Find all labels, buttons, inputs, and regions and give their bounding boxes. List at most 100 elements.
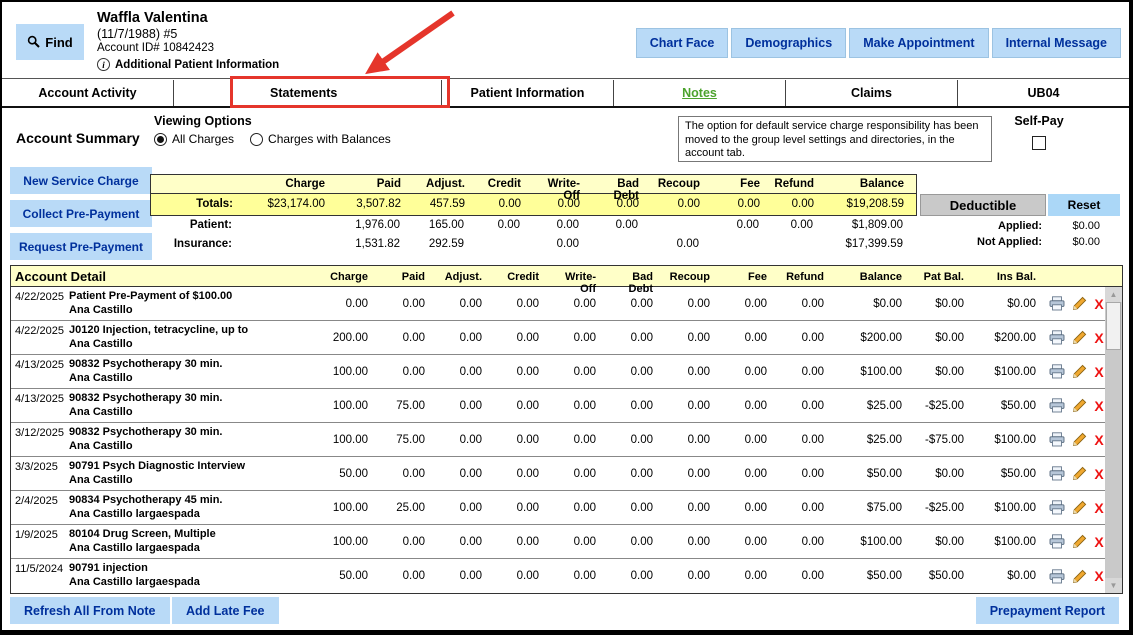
row-write-off: 0.00 (551, 457, 608, 490)
delete-icon[interactable]: X (1094, 569, 1103, 583)
summary-row-value: 0.00 (773, 216, 827, 235)
row-pat-balance: -$25.00 (914, 389, 976, 422)
row-balance: $50.00 (836, 559, 914, 593)
row-charge: 100.00 (323, 389, 380, 422)
footer-bar: Refresh All From Note Add Late Fee Prepa… (2, 593, 1129, 628)
edit-pencil-icon[interactable] (1072, 296, 1087, 311)
row-date: 3/12/2025 (11, 423, 69, 456)
row-date: 4/13/2025 (11, 389, 69, 422)
row-actions: X (1048, 491, 1105, 524)
print-icon[interactable] (1049, 500, 1065, 515)
tab-notes-label: Notes (682, 86, 717, 100)
scroll-up-icon[interactable]: ▲ (1105, 287, 1122, 302)
deductible-reset-button[interactable]: Reset (1048, 194, 1120, 216)
edit-pencil-icon[interactable] (1072, 364, 1087, 379)
delete-icon[interactable]: X (1094, 501, 1103, 515)
row-description: 90832 Psychotherapy 30 min. Ana Castillo (69, 355, 323, 388)
tab-ub04[interactable]: UB04 (957, 80, 1129, 106)
row-recoup: 0.00 (665, 559, 722, 593)
scrollbar-track[interactable] (1105, 302, 1122, 578)
edit-pencil-icon[interactable] (1072, 569, 1087, 584)
account-detail-table: Account Detail ChargePaidAdjust.CreditWr… (10, 265, 1123, 594)
row-description: 90791 injection Ana Castillo largaespada (69, 559, 323, 593)
print-icon[interactable] (1049, 432, 1065, 447)
radio-selected-icon (154, 133, 167, 146)
row-description: Patient Pre-Payment of $100.00 Ana Casti… (69, 287, 323, 320)
summary-row-value (593, 235, 652, 254)
row-recoup: 0.00 (665, 457, 722, 490)
row-fee: 0.00 (722, 287, 779, 320)
delete-icon[interactable]: X (1094, 535, 1103, 549)
make-appointment-button[interactable]: Make Appointment (849, 28, 988, 58)
detail-body: 4/22/2025 Patient Pre-Payment of $100.00… (11, 287, 1122, 593)
account-detail-row: 3/3/2025 90791 Psych Diagnostic Intervie… (11, 457, 1105, 491)
scroll-down-icon[interactable]: ▼ (1105, 578, 1122, 593)
row-refund: 0.00 (779, 287, 836, 320)
prepayment-report-button[interactable]: Prepayment Report (976, 597, 1119, 624)
print-icon[interactable] (1049, 364, 1065, 379)
row-actions: X (1048, 287, 1105, 320)
additional-patient-info-link[interactable]: i Additional Patient Information (97, 58, 279, 71)
vertical-scrollbar[interactable]: ▲ ▼ (1105, 287, 1122, 593)
row-bad-debt: 0.00 (608, 525, 665, 558)
delete-icon[interactable]: X (1094, 399, 1103, 413)
row-pat-balance: $50.00 (914, 559, 976, 593)
row-bad-debt: 0.00 (608, 321, 665, 354)
edit-pencil-icon[interactable] (1072, 398, 1087, 413)
row-write-off: 0.00 (551, 491, 608, 524)
account-detail-row: 3/12/2025 90832 Psychotherapy 30 min. An… (11, 423, 1105, 457)
row-paid: 0.00 (380, 525, 437, 558)
row-paid: 25.00 (380, 491, 437, 524)
new-service-charge-button[interactable]: New Service Charge (10, 167, 152, 194)
row-paid: 0.00 (380, 321, 437, 354)
collect-pre-payment-button[interactable]: Collect Pre-Payment (10, 200, 152, 227)
delete-icon[interactable]: X (1094, 365, 1103, 379)
row-provider: Ana Castillo (69, 338, 323, 352)
tab-claims[interactable]: Claims (785, 80, 957, 106)
print-icon[interactable] (1049, 296, 1065, 311)
tab-notes[interactable]: Notes (613, 80, 785, 106)
tab-account-activity[interactable]: Account Activity (2, 80, 173, 106)
tab-patient-information[interactable]: Patient Information (441, 80, 613, 106)
print-icon[interactable] (1049, 569, 1065, 584)
add-late-fee-button[interactable]: Add Late Fee (172, 597, 279, 624)
summary-row-label: Insurance: (150, 235, 238, 254)
tab-statements[interactable]: Statements (173, 80, 441, 106)
scrollbar-thumb[interactable] (1106, 302, 1121, 350)
delete-icon[interactable]: X (1094, 331, 1103, 345)
patient-account-id: Account ID# 10842423 (97, 42, 279, 54)
edit-pencil-icon[interactable] (1072, 330, 1087, 345)
patient-info: Waffla Valentina (11/7/1988) #5 Account … (97, 10, 279, 71)
row-credit: 0.00 (494, 389, 551, 422)
summary-row-value (652, 216, 713, 235)
edit-pencil-icon[interactable] (1072, 432, 1087, 447)
print-icon[interactable] (1049, 330, 1065, 345)
print-icon[interactable] (1049, 466, 1065, 481)
row-fee: 0.00 (722, 423, 779, 456)
request-pre-payment-button[interactable]: Request Pre-Payment (10, 233, 152, 260)
row-adjust: 0.00 (437, 457, 494, 490)
delete-icon[interactable]: X (1094, 467, 1103, 481)
internal-message-button[interactable]: Internal Message (992, 28, 1121, 58)
delete-icon[interactable]: X (1094, 433, 1103, 447)
chart-face-button[interactable]: Chart Face (636, 28, 729, 58)
account-detail-row: 4/22/2025 Patient Pre-Payment of $100.00… (11, 287, 1105, 321)
radio-all-charges[interactable]: All Charges (154, 132, 234, 146)
print-icon[interactable] (1049, 534, 1065, 549)
find-button[interactable]: Find (16, 24, 84, 60)
radio-charges-with-balances[interactable]: Charges with Balances (250, 132, 391, 146)
self-pay-checkbox[interactable] (1032, 136, 1046, 150)
edit-pencil-icon[interactable] (1072, 466, 1087, 481)
edit-pencil-icon[interactable] (1072, 534, 1087, 549)
row-ins-balance: $100.00 (976, 491, 1048, 524)
print-icon[interactable] (1049, 398, 1065, 413)
row-refund: 0.00 (779, 559, 836, 593)
refresh-all-from-note-button[interactable]: Refresh All From Note (10, 597, 170, 624)
account-detail-row: 4/13/2025 90832 Psychotherapy 30 min. An… (11, 355, 1105, 389)
summary-row-value: 0.00 (714, 194, 774, 215)
edit-pencil-icon[interactable] (1072, 500, 1087, 515)
row-credit: 0.00 (494, 423, 551, 456)
demographics-button[interactable]: Demographics (731, 28, 846, 58)
tab-account-activity-label: Account Activity (38, 86, 136, 100)
delete-icon[interactable]: X (1094, 297, 1103, 311)
